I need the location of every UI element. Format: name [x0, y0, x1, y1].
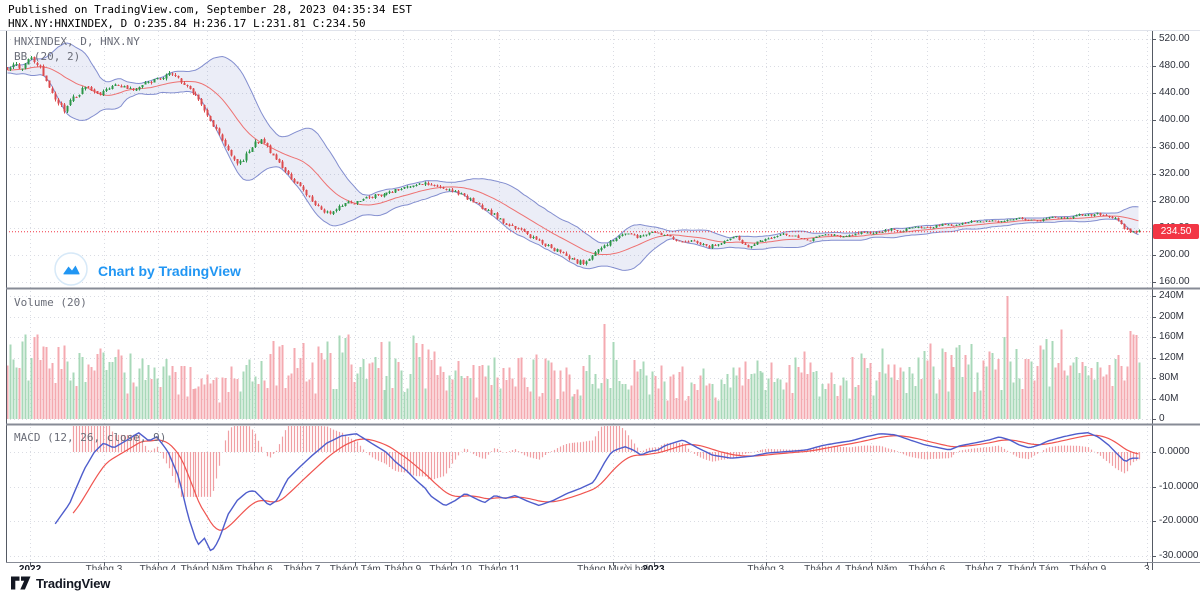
axis-tick-label: 480.00: [1159, 60, 1190, 71]
footer: TradingView: [0, 570, 1200, 596]
axis-tick-label: 120M: [1159, 351, 1185, 363]
macd-line: [54, 431, 1139, 552]
footer-brand[interactable]: TradingView: [36, 576, 110, 591]
macd-signal-line: [72, 434, 1139, 531]
chart-canvas[interactable]: [0, 0, 1200, 596]
axis-tick-label: 440.00: [1159, 87, 1190, 98]
axis-tick-label: 0: [1159, 413, 1165, 424]
bollinger-legend: BB (20, 2): [14, 50, 81, 63]
axis-tick-label: 320.00: [1159, 168, 1190, 179]
axis-tick-label: 160M: [1159, 331, 1185, 342]
chart-attribution-link[interactable]: Chart by TradingView: [54, 251, 241, 291]
axis-tick-label: -10.0000: [1159, 480, 1199, 492]
axis-tick-label: -20.0000: [1159, 515, 1199, 526]
macd-pane: [54, 426, 1141, 552]
symbol-legend: HNXINDEX, D, HNX.NY: [14, 35, 140, 48]
axis-tick-label: 240M: [1159, 290, 1185, 301]
current-price-badge: 234.50: [1153, 224, 1199, 240]
axis-tick-label: 160.00: [1159, 276, 1190, 287]
axis-tick-label: 0.0000: [1159, 446, 1190, 457]
macd-legend: MACD (12, 26, close, 9): [14, 431, 167, 444]
axis-tick-label: 280.00: [1159, 195, 1190, 206]
tradingview-published-chart: Published on TradingView.com, September …: [0, 0, 1200, 596]
axis-tick-label: 520.00: [1159, 33, 1190, 44]
tradingview-cloud-icon: [54, 251, 88, 291]
volume-series: [6, 296, 1141, 419]
frame: [0, 30, 1200, 570]
axis-tick-label: -30.0000: [1159, 549, 1199, 561]
bollinger-band: [7, 42, 1139, 271]
tradingview-logo-icon[interactable]: [10, 574, 32, 592]
axis-tick-label: 40M: [1159, 392, 1179, 404]
volume-legend: Volume (20): [14, 296, 87, 309]
axis-tick-label: 200M: [1159, 310, 1185, 322]
axis-tick-label: 400.00: [1159, 114, 1190, 125]
attribution-label: Chart by TradingView: [98, 263, 241, 279]
axis-tick-label: 360.00: [1159, 141, 1190, 152]
axis-tick-label: 80M: [1159, 372, 1179, 383]
axis-tick-label: 200.00: [1159, 249, 1190, 260]
